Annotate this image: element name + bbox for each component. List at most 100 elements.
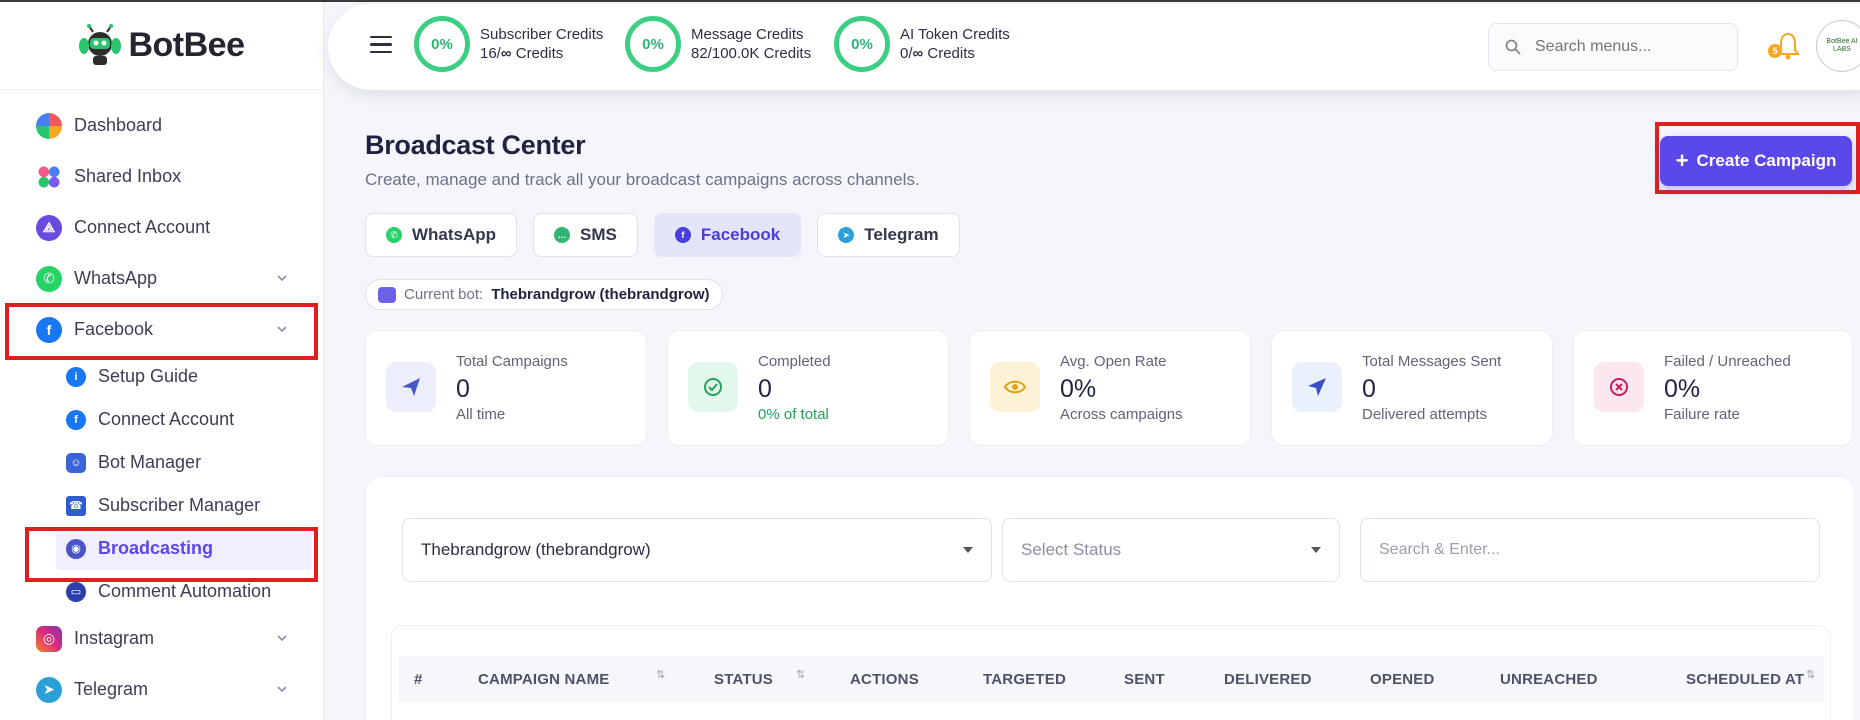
- robot-icon: [378, 286, 396, 303]
- stat-card: Avg. Open Rate 0% Across campaigns: [969, 330, 1251, 446]
- sidebar-item-label: Facebook: [74, 319, 154, 339]
- sidebar-subitem-label: Comment Automation: [98, 581, 272, 601]
- facebook-icon: f: [36, 316, 62, 343]
- stat-title: Total Messages Sent: [1362, 353, 1502, 370]
- tab-label: SMS: [580, 225, 617, 244]
- sidebar-nav: Dashboard Shared Inbox ⟁ Connect Account…: [0, 90, 323, 715]
- col-targeted: TARGETED: [983, 671, 1066, 688]
- sidebar-item-label: Telegram: [74, 679, 149, 699]
- sms-icon: …: [554, 227, 571, 243]
- credit-value: 16/∞ Credits: [480, 45, 564, 62]
- sidebar-subitem-bot-manager[interactable]: ☺ Bot Manager: [0, 441, 323, 484]
- comment-icon: ▭: [66, 581, 86, 602]
- dashboard-icon: [36, 112, 62, 139]
- sidebar-item-instagram[interactable]: ◎ Instagram: [0, 613, 323, 664]
- sidebar-item-label: WhatsApp: [74, 268, 158, 288]
- page-title: Broadcast Center: [365, 130, 586, 160]
- brand[interactable]: BotBee: [0, 2, 323, 90]
- current-bot-value: Thebrandgrow (thebrandgrow): [491, 286, 710, 303]
- avatar[interactable]: BotBee AI LABS: [1816, 20, 1860, 72]
- info-icon: i: [66, 366, 86, 387]
- sidebar-subitem-label: Connect Account: [98, 409, 235, 429]
- credit-value: 82/100.0K Credits: [691, 45, 812, 62]
- col-scheduled-at[interactable]: SCHEDULED AT: [1686, 671, 1804, 688]
- campaign-search-input[interactable]: Search & Enter...: [1360, 518, 1820, 582]
- tab-whatsapp[interactable]: ✆ WhatsApp: [365, 213, 518, 257]
- chevron-down-icon: [277, 326, 287, 333]
- bot-select[interactable]: Thebrandgrow (thebrandgrow): [402, 518, 992, 582]
- x-circle-icon: [1594, 362, 1644, 412]
- sidebar-subitem-label: Subscriber Manager: [98, 495, 261, 515]
- sort-icon[interactable]: ⇅: [656, 668, 665, 681]
- sidebar-item-shared-inbox[interactable]: Shared Inbox: [0, 151, 323, 202]
- infinity-icon: ∞: [500, 45, 512, 62]
- page-subtitle: Create, manage and track all your broadc…: [365, 170, 920, 189]
- search-icon: [1505, 39, 1521, 55]
- sidebar-item-facebook[interactable]: f Facebook: [0, 304, 323, 355]
- col-campaign-name[interactable]: CAMPAIGN NAME: [478, 671, 609, 688]
- stat-value: 0: [1362, 375, 1376, 403]
- sidebar-subitem-setup-guide[interactable]: i Setup Guide: [0, 355, 323, 398]
- whatsapp-icon: ✆: [386, 227, 402, 243]
- stat-value: 0%: [1060, 375, 1097, 403]
- navigation-icon: [1292, 362, 1342, 412]
- sidebar-item-connect-account[interactable]: ⟁ Connect Account: [0, 202, 323, 253]
- col-status[interactable]: STATUS: [714, 671, 773, 688]
- col-actions: ACTIONS: [850, 671, 919, 688]
- sidebar-subitem-connect-account[interactable]: f Connect Account: [0, 398, 323, 441]
- facebook-icon: f: [66, 409, 86, 430]
- connect-account-icon: ⟁: [36, 214, 62, 241]
- channel-tabs: ✆ WhatsApp … SMS f Facebook ➤ Telegram: [365, 213, 960, 257]
- current-bot-badge: Current bot: Thebrandgrow (thebrandgrow): [365, 279, 723, 310]
- shared-inbox-icon: [36, 163, 62, 190]
- col-unreached: UNREACHED: [1500, 671, 1598, 688]
- sort-icon[interactable]: ⇅: [796, 668, 805, 681]
- bee-robot-logo-icon: [79, 23, 122, 65]
- whatsapp-icon: ✆: [36, 265, 62, 292]
- facebook-icon: f: [674, 227, 691, 243]
- tab-label: Facebook: [700, 225, 781, 244]
- telegram-icon: ➤: [36, 676, 62, 703]
- subscriber-icon: ☎: [66, 495, 86, 516]
- plus-icon: +: [1675, 148, 1689, 173]
- create-campaign-button[interactable]: + Create Campaign: [1660, 136, 1852, 186]
- tab-sms[interactable]: … SMS: [533, 213, 638, 257]
- ai-token-credits: 0% AI Token Credits 0/∞ Credits: [834, 16, 1010, 72]
- subscriber-credits: 0% Subscriber Credits 16/∞ Credits: [414, 16, 603, 72]
- eye-icon: [990, 362, 1040, 412]
- current-bot-label: Current bot:: [404, 286, 484, 303]
- status-select[interactable]: Select Status: [1002, 518, 1340, 582]
- sidebar-item-whatsapp[interactable]: ✆ WhatsApp: [0, 253, 323, 304]
- sort-icon[interactable]: ⇅: [1806, 668, 1815, 681]
- table-header: # CAMPAIGN NAME ⇅ STATUS ⇅ ACTIONS TARGE…: [398, 656, 1824, 702]
- notification-bell-icon[interactable]: 5: [1768, 30, 1804, 62]
- sidebar-item-label: Connect Account: [74, 217, 211, 237]
- sidebar-subitem-label: Bot Manager: [98, 452, 202, 472]
- stat-value: 0: [758, 375, 772, 403]
- stat-title: Failed / Unreached: [1664, 353, 1791, 370]
- menu-toggle-icon[interactable]: [370, 36, 392, 54]
- sidebar-item-label: Shared Inbox: [74, 166, 182, 186]
- sidebar-subitem-subscriber-manager[interactable]: ☎ Subscriber Manager: [0, 484, 323, 527]
- chevron-down-icon: [277, 275, 287, 282]
- credit-ring: 0%: [625, 16, 681, 72]
- tab-facebook[interactable]: f Facebook: [653, 213, 802, 257]
- sidebar-subitem-label: Setup Guide: [98, 366, 199, 386]
- sidebar-item-telegram[interactable]: ➤ Telegram: [0, 664, 323, 715]
- sidebar-subitem-comment-automation[interactable]: ▭ Comment Automation: [0, 570, 323, 613]
- topbar: 0% Subscriber Credits 16/∞ Credits 0% Me…: [328, 4, 1860, 90]
- credit-ring: 0%: [414, 16, 470, 72]
- menu-search-input[interactable]: [1535, 38, 1715, 56]
- tab-telegram[interactable]: ➤ Telegram: [817, 213, 960, 257]
- bot-select-value: Thebrandgrow (thebrandgrow): [421, 540, 651, 559]
- stat-sub: 0% of total: [758, 406, 829, 423]
- instagram-icon: ◎: [36, 625, 62, 652]
- stat-sub: Across campaigns: [1060, 406, 1183, 423]
- stat-card: Completed 0 0% of total: [667, 330, 949, 446]
- caret-down-icon: [963, 547, 973, 553]
- stat-title: Total Campaigns: [456, 353, 568, 370]
- notification-badge: 5: [1768, 44, 1782, 58]
- sidebar-item-dashboard[interactable]: Dashboard: [0, 100, 323, 151]
- caret-down-icon: [1311, 547, 1321, 553]
- sidebar-subitem-broadcasting[interactable]: ◉ Broadcasting: [56, 527, 312, 570]
